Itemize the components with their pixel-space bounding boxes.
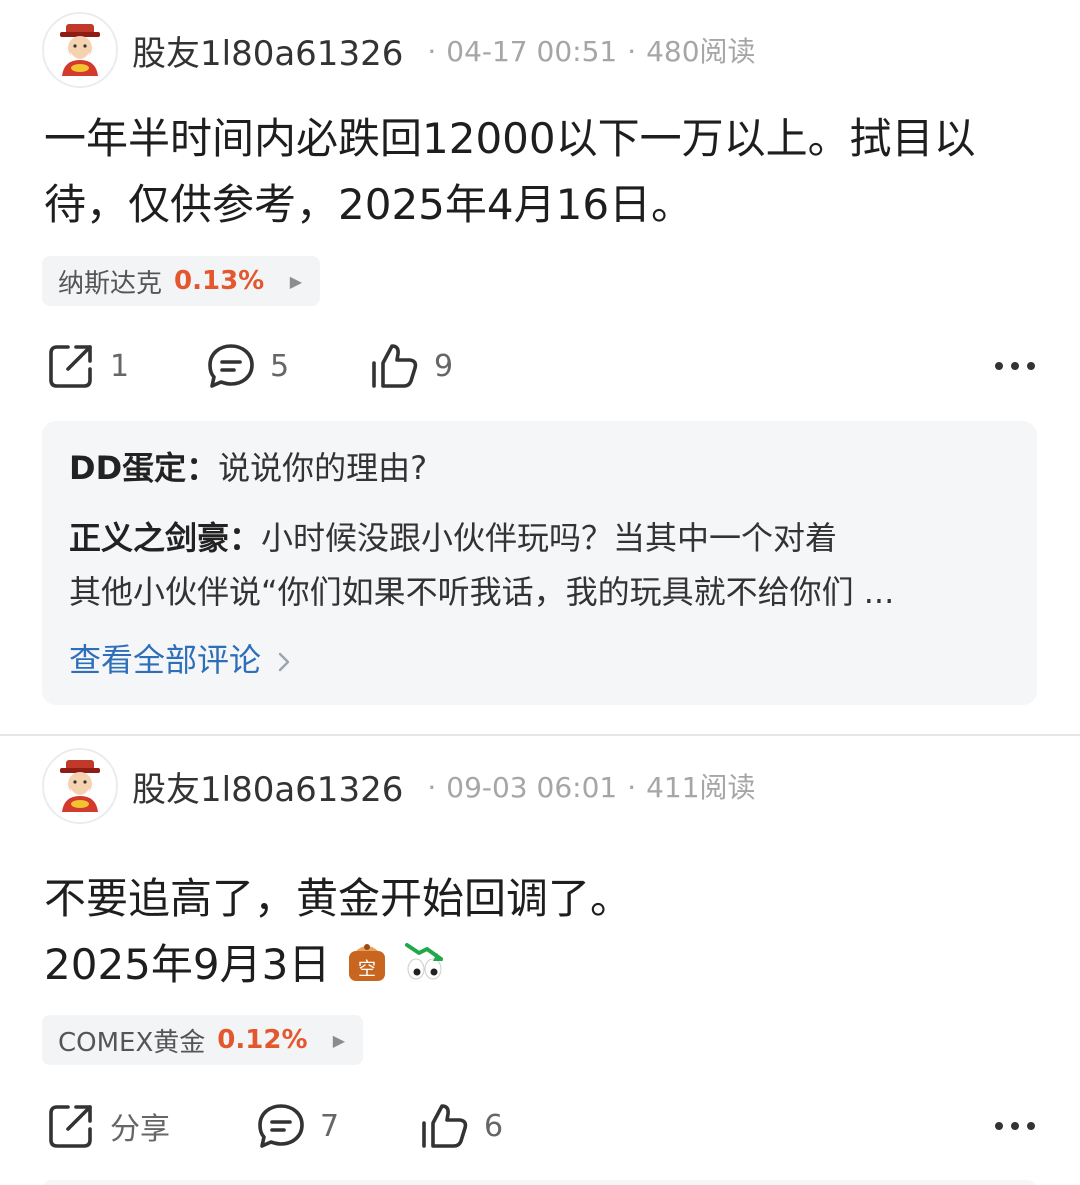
feed: 股友1l80a61326 · 04-17 00:51 · 480阅读 一年半时间内必跌… [0, 0, 1080, 1185]
more-icon [995, 362, 1035, 370]
play-arrow-icon: ▶ [332, 1030, 345, 1050]
like-count: 9 [434, 348, 454, 384]
post-content-line: 不要追高了，黄金开始回调了。 [44, 874, 633, 923]
comment-item[interactable]: DD蛋定：说说你的理由? [69, 441, 1014, 495]
avatar-caishen-icon [60, 760, 100, 812]
avatar-caishen-icon [60, 24, 100, 76]
post-content-line-with-emoji: 2025年9月3日 空 [44, 932, 1044, 998]
like-icon [422, 1104, 468, 1148]
more-button[interactable] [994, 338, 1036, 394]
stock-change: 0.13% [174, 266, 265, 296]
read-count: 411阅读 [646, 771, 756, 804]
view-all-label: 查看全部评论 [69, 641, 262, 679]
share-icon [49, 1105, 92, 1148]
comment-text: 说说你的理由? [218, 449, 428, 487]
action-bar: 1 5 9 [46, 338, 1036, 394]
comment-text: 其他小伙伴说“你们如果不听我话，我的玩具就不给你们 ... [69, 573, 895, 611]
post-card[interactable]: 股友1l80a61326 · 04-17 00:51 · 480阅读 一年半时间内必跌… [0, 0, 1080, 734]
like-button[interactable]: 6 [420, 1098, 503, 1154]
stock-name: COMEX黄金 [58, 1027, 206, 1058]
share-icon [49, 345, 92, 388]
comment-count: 7 [320, 1108, 340, 1144]
comment-button[interactable]: 7 [256, 1098, 339, 1154]
read-count: 480阅读 [646, 35, 756, 68]
like-count: 6 [484, 1108, 504, 1144]
stock-tag[interactable]: 纳斯达克 0.13% ▶ [42, 256, 320, 306]
eyes-down-emoji-icon [405, 943, 444, 980]
post-content[interactable]: 一年半时间内必跌回12000以下一万以上。拭目以 待，仅供参考，2025年4月1… [44, 106, 1044, 238]
comment-author[interactable]: DD蛋定： [69, 449, 218, 487]
stock-name: 纳斯达克 [58, 268, 163, 299]
play-arrow-icon: ▶ [289, 271, 302, 291]
avatar[interactable] [42, 748, 118, 824]
chevron-right-icon [278, 652, 290, 672]
post-header: 股友1l80a61326 · 04-17 00:51 · 480阅读 [42, 12, 756, 88]
post-card[interactable]: 股友1l80a61326 · 09-03 06:01 · 411阅读 不要追高了，黄金… [0, 736, 1080, 1185]
share-label: 分享 [110, 1112, 170, 1147]
stock-change: 0.12% [217, 1025, 308, 1055]
comment-preview[interactable]: DD蛋定：说说你的理由? 正义之剑豪：小时候没跟小伙伴玩吗？当其中一个对着 其他… [42, 421, 1037, 705]
comment-preview-edge [42, 1180, 1037, 1185]
action-bar: 分享 7 6 [46, 1098, 1036, 1154]
comment-text: 小时候没跟小伙伴玩吗？当其中一个对着 [261, 519, 838, 557]
more-button[interactable] [994, 1098, 1036, 1154]
stock-tag[interactable]: COMEX黄金 0.12% ▶ [42, 1015, 363, 1065]
like-icon [372, 344, 418, 388]
post-content-line: 2025年9月3日 [44, 940, 331, 989]
post-time: 04-17 00:51 [446, 35, 618, 68]
comment-author[interactable]: 正义之剑豪： [69, 519, 261, 557]
username[interactable]: 股友1l80a61326 [132, 26, 403, 75]
comment-button[interactable]: 5 [206, 338, 289, 394]
comment-count: 5 [270, 348, 290, 384]
post-content-line: 一年半时间内必跌回12000以下一万以上。拭目以 [44, 114, 976, 163]
comment-icon [258, 1104, 304, 1148]
post-content-line: 待，仅供参考，2025年4月16日。 [44, 180, 694, 229]
post-meta: · 09-03 06:01 · 411阅读 [427, 771, 756, 804]
more-icon [995, 1122, 1035, 1130]
short-bag-emoji-icon: 空 [348, 944, 385, 981]
post-header: 股友1l80a61326 · 09-03 06:01 · 411阅读 [42, 748, 756, 824]
comment-item[interactable]: 正义之剑豪：小时候没跟小伙伴玩吗？当其中一个对着 其他小伙伴说“你们如果不听我话… [69, 511, 1014, 619]
view-all-comments-link[interactable]: 查看全部评论 [69, 633, 291, 687]
svg-text:空: 空 [358, 959, 376, 980]
post-time: 09-03 06:01 [446, 771, 618, 804]
share-count: 1 [110, 348, 130, 384]
comment-icon [208, 344, 254, 388]
post-meta: · 04-17 00:51 · 480阅读 [427, 35, 756, 68]
post-content[interactable]: 不要追高了，黄金开始回调了。 2025年9月3日 空 [44, 866, 1044, 998]
username[interactable]: 股友1l80a61326 [132, 762, 403, 811]
share-button[interactable]: 1 [46, 338, 129, 394]
avatar[interactable] [42, 12, 118, 88]
like-button[interactable]: 9 [370, 338, 453, 394]
share-button[interactable]: 分享 [46, 1098, 170, 1154]
